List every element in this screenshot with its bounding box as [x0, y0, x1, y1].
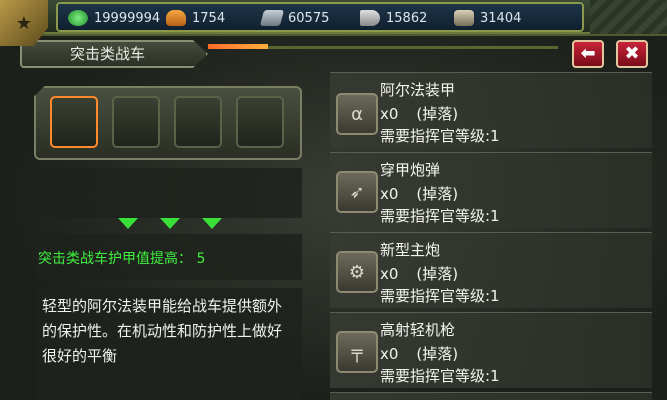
- item-requirement: 需要指挥官等级:1: [380, 367, 500, 385]
- resource-food[interactable]: 1754: [166, 8, 225, 28]
- down-arrows: [118, 218, 228, 232]
- ammo-icon: [360, 10, 380, 26]
- title-divider: [268, 46, 558, 49]
- item-source: (掉落): [416, 345, 459, 363]
- close-x-icon: ✖: [624, 43, 640, 64]
- item-qty: x0 (掉落): [380, 185, 459, 203]
- close-button[interactable]: ✖: [616, 40, 648, 68]
- equipment-slot-4[interactable]: [236, 96, 284, 148]
- bread-icon: [166, 10, 186, 26]
- steel-icon: [259, 10, 285, 26]
- armor-plate-icon: α: [336, 93, 378, 135]
- down-arrow-icon: [202, 218, 222, 229]
- item-qty: x0 (掉落): [380, 105, 459, 123]
- item-requirement: 需要指挥官等级:1: [380, 207, 500, 225]
- item-qty: x0 (掉落): [380, 345, 459, 363]
- down-arrow-icon: [118, 218, 138, 229]
- item-name: 阿尔法装甲: [380, 81, 456, 99]
- gem-icon: [68, 10, 88, 26]
- list-item[interactable]: ⚙ 新型主炮 x0 (掉落) 需要指挥官等级:1: [330, 232, 652, 308]
- equipment-slot-3[interactable]: [174, 96, 222, 148]
- fuel-value: 31404: [480, 10, 522, 26]
- back-button[interactable]: ⬅: [572, 40, 604, 68]
- resource-bar: ★ 19999994 1754 60575 15862 31404 A: [0, 0, 667, 46]
- resource-steel[interactable]: 60575: [259, 8, 330, 28]
- item-name: 新型主炮: [380, 241, 441, 259]
- item-qty: x0 (掉落): [380, 265, 459, 283]
- panel-title: 突击类战车: [20, 40, 208, 68]
- item-requirement: 需要指挥官等级:1: [380, 127, 500, 145]
- item-name: 高射轻机枪: [380, 321, 456, 339]
- item-source: (掉落): [416, 185, 459, 203]
- item-description: 轻型的阿尔法装甲能给战车提供额外的保护性。在机动性和防护性上做好很好的平衡: [36, 288, 302, 400]
- shell-icon: ➶: [336, 171, 378, 213]
- hazard-stripe-decoration: [590, 0, 667, 34]
- item-source: (掉落): [416, 265, 459, 283]
- list-item[interactable]: ➶ 穿甲炮弹 x0 (掉落) 需要指挥官等级:1: [330, 152, 652, 228]
- info-box-empty: [36, 168, 302, 218]
- equipment-slot-2[interactable]: [112, 96, 160, 148]
- item-source: (掉落): [416, 105, 459, 123]
- cannon-icon: ⚙: [336, 251, 378, 293]
- ammo-value: 15862: [386, 10, 428, 26]
- gems-value: 19999994: [94, 10, 161, 26]
- food-value: 1754: [192, 10, 226, 26]
- resource-panel: 19999994 1754 60575 15862 31404 A: [56, 2, 636, 32]
- item-list[interactable]: α 阿尔法装甲 x0 (掉落) 需要指挥官等级:1 ➶ 穿甲炮弹 x0 (掉落) 需…: [330, 72, 652, 400]
- resource-ammo[interactable]: 15862: [360, 8, 427, 28]
- item-name: 穿甲炮弹: [380, 161, 441, 179]
- effect-text: 突击类战车护甲值提高： 5: [36, 234, 302, 280]
- equipment-slot-1[interactable]: [50, 96, 98, 148]
- down-arrow-icon: [160, 218, 180, 229]
- back-arrow-icon: ⬅: [580, 43, 596, 64]
- title-accent-bar: [208, 44, 268, 49]
- item-requirement: 需要指挥官等级:1: [380, 287, 500, 305]
- fuel-icon: [454, 10, 474, 26]
- resource-gems[interactable]: 19999994: [68, 8, 160, 28]
- list-item-partial[interactable]: [330, 392, 652, 400]
- resource-fuel[interactable]: 31404: [454, 8, 521, 28]
- list-item[interactable]: ╤ 高射轻机枪 x0 (掉落) 需要指挥官等级:1: [330, 312, 652, 388]
- machine-gun-icon: ╤: [336, 331, 378, 373]
- list-item[interactable]: α 阿尔法装甲 x0 (掉落) 需要指挥官等级:1: [330, 72, 652, 148]
- steel-value: 60575: [288, 10, 330, 26]
